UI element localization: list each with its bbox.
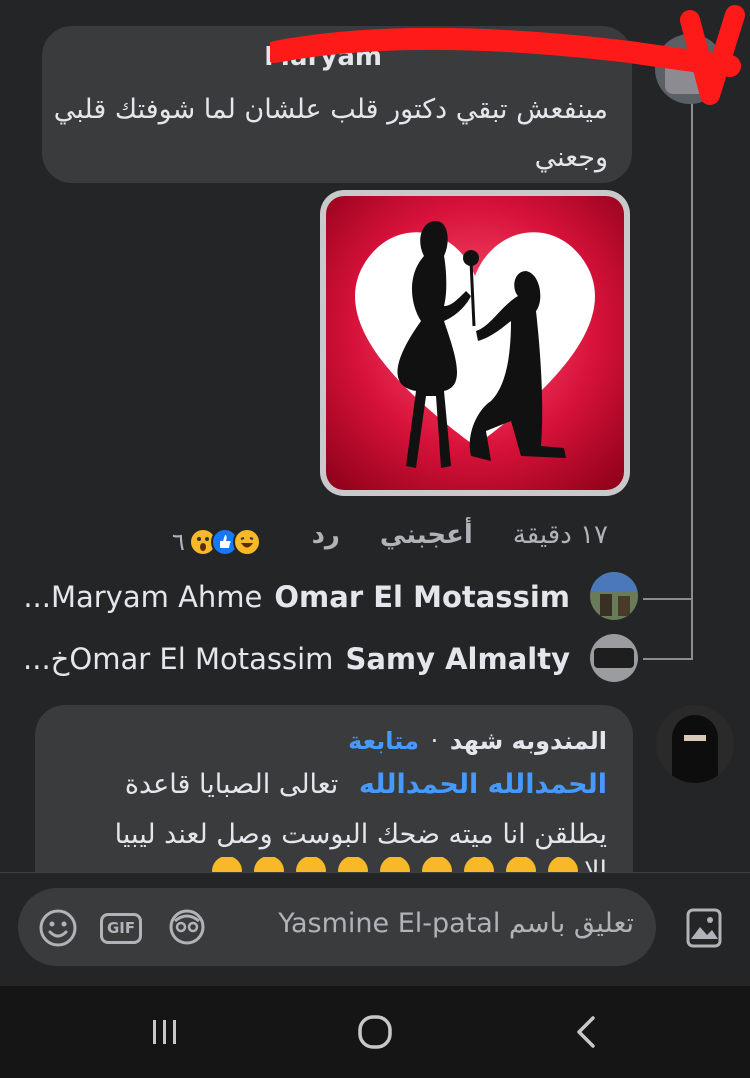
reply-author[interactable]: Samy Almalty [345,642,570,676]
avatar-commenter-2[interactable] [656,705,734,783]
reactions-summary[interactable]: ٦ [172,528,261,556]
thread-line-branch-1 [643,598,693,600]
comment-composer[interactable]: تعليق باسم Yasmine El-patal GIF [18,888,656,966]
system-nav-bar [0,986,750,1078]
reply-text: Omar El Motassimخ... [23,642,334,676]
reactions-count: ٦ [172,528,185,556]
emoji-icon[interactable] [36,906,80,950]
redaction-scribble [270,5,745,105]
haha-icon [232,528,261,556]
comment-text: تعالى الصبايا قاعدة [124,769,339,800]
gif-label: GIF [99,912,143,944]
photo-icon[interactable] [682,906,726,950]
reply-item-1[interactable]: Omar El Motassim Maryam Ahme... [23,580,570,614]
reply-text: Maryam Ahme... [23,580,263,614]
comment-bubble-2[interactable]: المندوبه شهد · متابعة الحمدالله الحمدالل… [35,705,633,885]
reply-author[interactable]: Omar El Motassim [274,580,570,614]
reply-item-2[interactable]: Samy Almalty Omar El Motassimخ... [23,642,570,676]
gif-icon[interactable]: GIF [99,908,143,948]
thread-line-vertical [691,104,693,660]
comment-2-header: المندوبه شهد · متابعة [348,727,607,755]
back-icon[interactable] [564,1012,608,1052]
comment-2-line-2: يطلقن انا ميته ضحك البوست وصل لعند ليبيا [114,819,607,850]
comment-time: ١٧ دقيقة [512,520,608,550]
comment-author[interactable]: المندوبه شهد [450,727,607,755]
tagged-name[interactable]: الحمدالله الحمدالله [359,769,607,800]
reply-button[interactable]: رد [312,520,340,550]
comment-input[interactable]: تعليق باسم Yasmine El-patal [278,908,634,939]
avatar-reply-2[interactable] [590,634,638,682]
follow-button[interactable]: متابعة [348,727,419,755]
comment-actions: ١٧ دقيقة أعجبني رد [312,520,608,550]
sticker-image[interactable] [320,190,630,496]
separator-dot: · [430,727,439,755]
comment-2-line-1: الحمدالله الحمدالله تعالى الصبايا قاعدة [125,769,607,800]
thread-line-branch-2 [643,658,693,660]
avatar-reply-1[interactable] [590,572,638,620]
avatar-sticker-icon[interactable] [166,906,208,948]
recent-apps-icon[interactable] [140,1012,190,1052]
home-icon[interactable] [350,1010,400,1054]
like-button[interactable]: أعجبني [380,520,473,550]
